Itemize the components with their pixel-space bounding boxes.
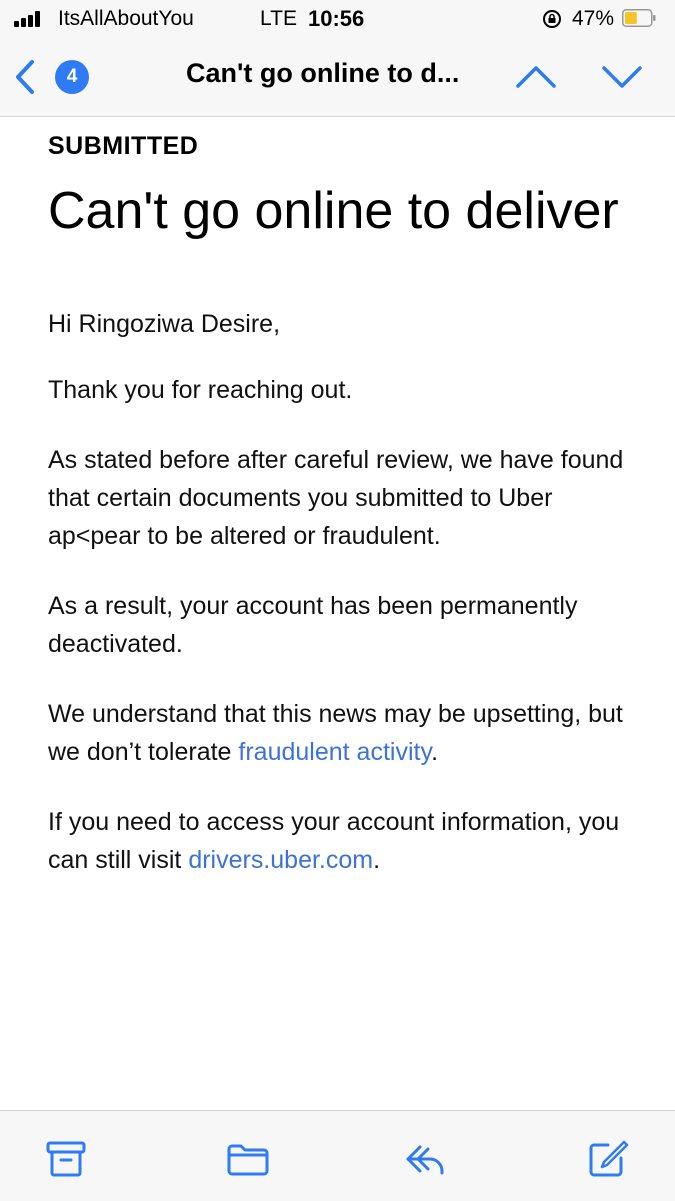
network-type: LTE xyxy=(260,7,297,30)
thanks-paragraph: Thank you for reaching out. xyxy=(48,376,353,404)
status-label: SUBMITTED xyxy=(48,132,199,160)
next-message-button[interactable] xyxy=(600,60,644,94)
nav-title: Can't go online to d... xyxy=(186,58,460,88)
policy-paragraph: We understand that this news may be upse… xyxy=(48,695,638,771)
fraudulent-activity-link[interactable]: fraudulent activity xyxy=(238,738,431,766)
drivers-site-link[interactable]: drivers.uber.com xyxy=(188,846,373,874)
archive-icon[interactable] xyxy=(44,1139,88,1179)
previous-message-button[interactable] xyxy=(514,60,558,94)
unread-count-badge[interactable]: 4 xyxy=(55,60,89,94)
access-paragraph: If you need to access your account infor… xyxy=(48,803,638,879)
battery-icon xyxy=(622,9,656,27)
back-button[interactable] xyxy=(10,58,40,96)
carrier-name: ItsAllAboutYou xyxy=(58,7,194,30)
policy-period: . xyxy=(431,738,439,766)
status-time: 10:56 xyxy=(308,6,365,31)
bottom-toolbar xyxy=(0,1110,675,1201)
email-body: SUBMITTED Can't go online to deliver Hi … xyxy=(48,116,638,879)
review-paragraph: As stated before after careful review, w… xyxy=(48,446,624,550)
reply-icon[interactable] xyxy=(404,1139,448,1179)
deactivation-paragraph: As a result, your account has been perma… xyxy=(48,592,578,658)
nav-bar: 4 Can't go online to d... xyxy=(0,38,675,117)
status-bar: ItsAllAboutYou LTE 10:56 47% xyxy=(0,0,675,38)
compose-icon[interactable] xyxy=(586,1139,630,1179)
greeting: Hi Ringoziwa Desire, xyxy=(48,310,281,338)
folder-icon[interactable] xyxy=(226,1139,270,1179)
signal-strength-icon xyxy=(14,11,44,27)
email-headline: Can't go online to deliver xyxy=(48,182,619,240)
access-period: . xyxy=(373,846,381,874)
rotation-lock-icon xyxy=(543,10,561,28)
battery-percent: 47% xyxy=(572,7,615,30)
